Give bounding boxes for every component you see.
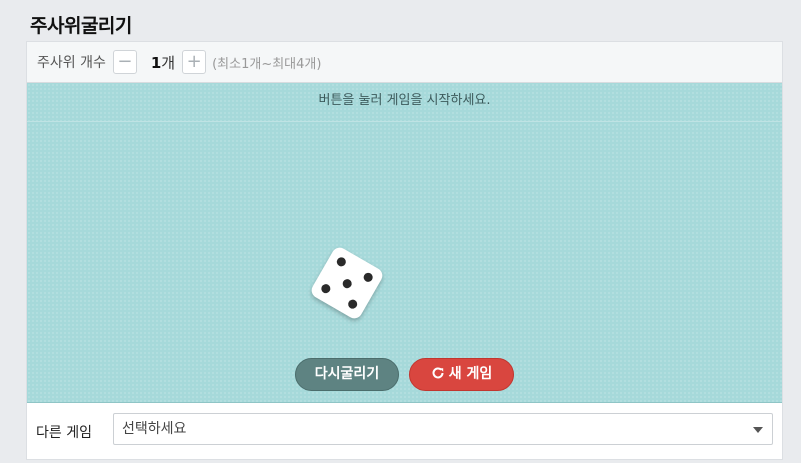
chevron-down-icon bbox=[753, 427, 763, 433]
refresh-icon bbox=[432, 367, 444, 379]
status-message: 버튼을 눌러 게임을 시작하세요. bbox=[27, 83, 782, 122]
increment-button[interactable]: + bbox=[182, 50, 207, 74]
die-pip bbox=[335, 255, 348, 268]
die-pip bbox=[319, 282, 332, 295]
select-value: 선택하세요 bbox=[122, 421, 187, 437]
new-game-label: 새 게임 bbox=[448, 366, 493, 382]
dice-count-toolbar: 주사위 개수 − 1개 + (최소1개~최대4개) bbox=[27, 42, 782, 83]
count-unit: 개 bbox=[161, 53, 176, 72]
other-game-label: 다른 게임 bbox=[36, 425, 92, 441]
reroll-button[interactable]: 다시굴리기 bbox=[295, 358, 399, 391]
die-pip bbox=[362, 271, 375, 284]
dice-count-label: 주사위 개수 bbox=[37, 55, 106, 71]
dice-count-value: 1개 bbox=[151, 52, 175, 73]
die bbox=[308, 244, 386, 322]
game-panel: 주사위 개수 − 1개 + (최소1개~최대4개) 버튼을 눌러 게임을 시작하… bbox=[26, 41, 783, 460]
other-game-footer: 다른 게임 선택하세요 bbox=[27, 403, 782, 461]
page-title: 주사위굴리기 bbox=[30, 15, 132, 37]
decrement-button[interactable]: − bbox=[112, 50, 137, 74]
new-game-button[interactable]: 새 게임 bbox=[409, 358, 514, 391]
game-board: 버튼을 눌러 게임을 시작하세요. 다시굴리기 새 게임 bbox=[27, 83, 782, 403]
die-pip bbox=[340, 276, 354, 290]
other-game-select[interactable]: 선택하세요 bbox=[113, 413, 773, 445]
count-number: 1 bbox=[150, 53, 162, 72]
range-hint: (최소1개~최대4개) bbox=[212, 56, 322, 72]
die-pip bbox=[346, 298, 359, 311]
